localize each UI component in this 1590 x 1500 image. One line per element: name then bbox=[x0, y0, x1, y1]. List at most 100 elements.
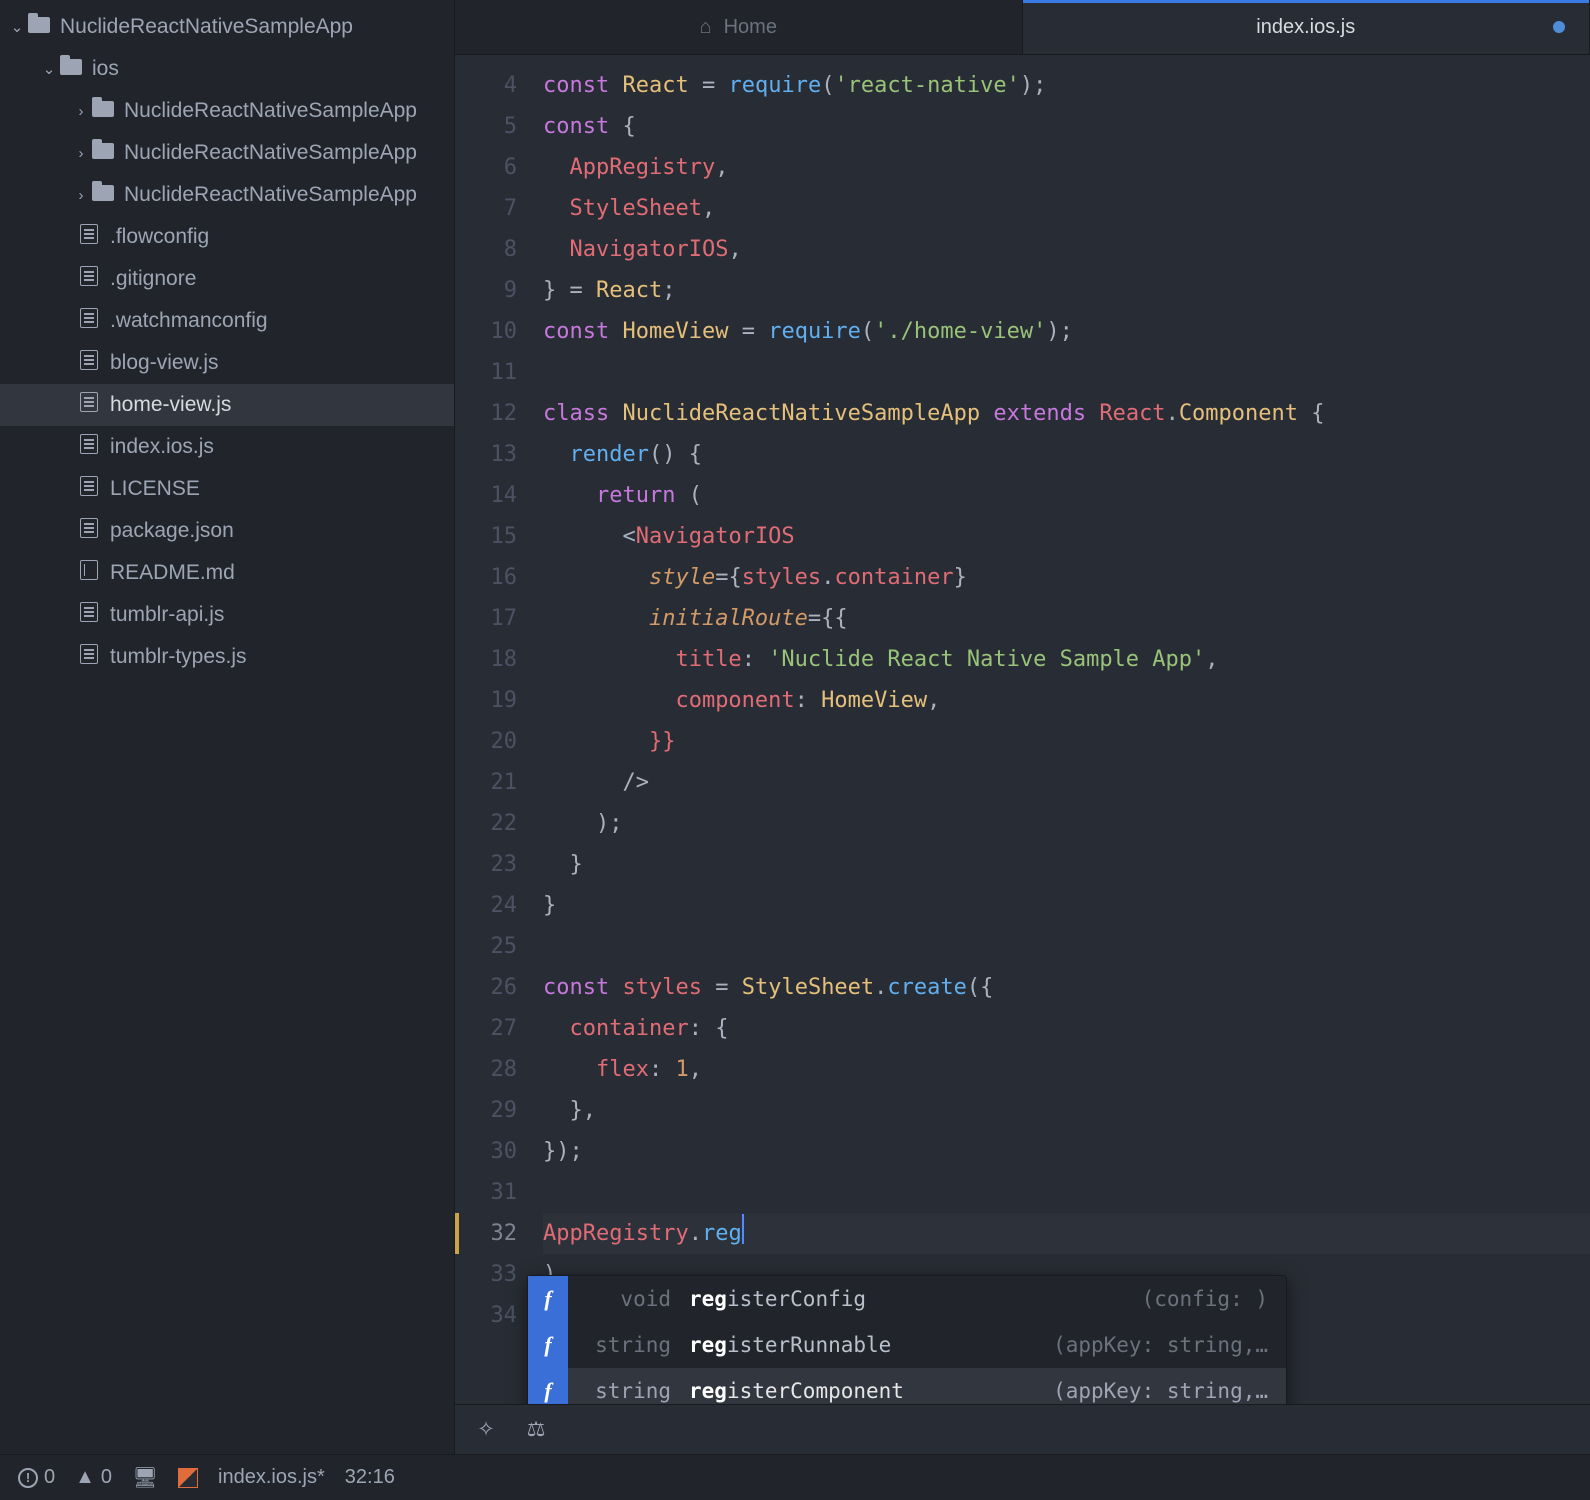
tree-file-label: .watchmanconfig bbox=[110, 309, 268, 333]
tree-file[interactable]: package.json bbox=[0, 510, 454, 552]
autocomplete-signature: (appKey: string,… bbox=[1053, 1333, 1268, 1357]
line-number: 12 bbox=[455, 393, 517, 434]
tree-file[interactable]: README.md bbox=[0, 552, 454, 594]
tab-index-ios[interactable]: index.ios.js bbox=[1023, 0, 1590, 54]
code-line[interactable]: AppRegistry, bbox=[543, 147, 1590, 188]
code-line[interactable]: NavigatorIOS, bbox=[543, 229, 1590, 270]
tab-label: Home bbox=[724, 16, 777, 39]
code-line[interactable]: } bbox=[543, 885, 1590, 926]
code-line[interactable]: }); bbox=[543, 1131, 1590, 1172]
tree-file-label: README.md bbox=[110, 561, 235, 585]
tree-file[interactable]: home-view.js bbox=[0, 384, 454, 426]
code-line[interactable]: } = React; bbox=[543, 270, 1590, 311]
line-number: 11 bbox=[455, 352, 517, 393]
code-line[interactable]: const styles = StyleSheet.create({ bbox=[543, 967, 1590, 1008]
tree-file[interactable]: blog-view.js bbox=[0, 342, 454, 384]
file-icon bbox=[76, 266, 102, 292]
tab-label: index.ios.js bbox=[1256, 16, 1355, 39]
tree-root[interactable]: ⌄ NuclideReactNativeSampleApp bbox=[0, 6, 454, 48]
folder-icon bbox=[90, 183, 116, 207]
line-number: 24 bbox=[455, 885, 517, 926]
code-content[interactable]: const React = require('react-native');co… bbox=[535, 55, 1590, 1404]
code-line[interactable]: }} bbox=[543, 721, 1590, 762]
code-line[interactable]: StyleSheet, bbox=[543, 188, 1590, 229]
home-icon: ⌂ bbox=[700, 16, 712, 39]
code-line[interactable]: initialRoute={{ bbox=[543, 598, 1590, 639]
code-line[interactable]: const { bbox=[543, 106, 1590, 147]
warning-icon: ▲ bbox=[75, 1466, 95, 1489]
autocomplete-item[interactable]: fstringregisterComponent(appKey: string,… bbox=[528, 1368, 1286, 1404]
tree-file[interactable]: .watchmanconfig bbox=[0, 300, 454, 342]
tree-file-label: index.ios.js bbox=[110, 435, 214, 459]
status-cursor-position[interactable]: 32:16 bbox=[345, 1466, 395, 1489]
tree-file-label: tumblr-api.js bbox=[110, 603, 224, 627]
tree-file[interactable]: index.ios.js bbox=[0, 426, 454, 468]
code-line[interactable]: return ( bbox=[543, 475, 1590, 516]
line-number: 13 bbox=[455, 434, 517, 475]
code-line[interactable]: <NavigatorIOS bbox=[543, 516, 1590, 557]
tree-file[interactable]: LICENSE bbox=[0, 468, 454, 510]
folder-icon bbox=[58, 57, 84, 81]
debug-icon[interactable]: ✧ bbox=[473, 1417, 499, 1443]
autocomplete-name: registerComponent bbox=[689, 1379, 904, 1403]
file-icon bbox=[76, 518, 102, 544]
tree-folder[interactable]: ›NuclideReactNativeSampleApp bbox=[0, 132, 454, 174]
terminal-icon[interactable]: 🖥 bbox=[132, 1465, 158, 1491]
code-line[interactable] bbox=[543, 926, 1590, 967]
code-line[interactable]: ); bbox=[543, 803, 1590, 844]
code-line[interactable]: const React = require('react-native'); bbox=[543, 65, 1590, 106]
line-number: 19 bbox=[455, 680, 517, 721]
code-line[interactable]: style={styles.container} bbox=[543, 557, 1590, 598]
tab-home[interactable]: ⌂ Home bbox=[455, 0, 1023, 54]
chevron-down-icon: ⌄ bbox=[40, 60, 58, 78]
code-line[interactable]: component: HomeView, bbox=[543, 680, 1590, 721]
tree-folder[interactable]: ›NuclideReactNativeSampleApp bbox=[0, 174, 454, 216]
tree-folder-ios[interactable]: ⌄ ios bbox=[0, 48, 454, 90]
code-line[interactable]: container: { bbox=[543, 1008, 1590, 1049]
line-number: 34 bbox=[455, 1295, 517, 1336]
code-line[interactable]: AppRegistry.reg bbox=[543, 1213, 1590, 1254]
code-line[interactable]: /> bbox=[543, 762, 1590, 803]
tree-file[interactable]: .gitignore bbox=[0, 258, 454, 300]
file-icon bbox=[76, 644, 102, 670]
tree-file-label: LICENSE bbox=[110, 477, 200, 501]
autocomplete-popup[interactable]: fvoidregisterConfig(config: )fstringregi… bbox=[527, 1275, 1287, 1404]
code-line[interactable]: }, bbox=[543, 1090, 1590, 1131]
line-number: 20 bbox=[455, 721, 517, 762]
file-icon bbox=[76, 350, 102, 376]
tree-file[interactable]: tumblr-api.js bbox=[0, 594, 454, 636]
chevron-right-icon: › bbox=[72, 103, 90, 120]
chevron-right-icon: › bbox=[72, 145, 90, 162]
line-number: 6 bbox=[455, 147, 517, 188]
folder-icon bbox=[26, 15, 52, 39]
autocomplete-item[interactable]: fvoidregisterConfig(config: ) bbox=[528, 1276, 1286, 1322]
autocomplete-item[interactable]: fstringregisterRunnable(appKey: string,… bbox=[528, 1322, 1286, 1368]
line-number: 25 bbox=[455, 926, 517, 967]
code-line[interactable]: title: 'Nuclide React Native Sample App'… bbox=[543, 639, 1590, 680]
function-badge-icon: f bbox=[528, 1368, 568, 1404]
code-line[interactable]: render() { bbox=[543, 434, 1590, 475]
tree-file[interactable]: tumblr-types.js bbox=[0, 636, 454, 678]
code-line[interactable] bbox=[543, 1172, 1590, 1213]
autocomplete-return-type: string bbox=[586, 1333, 671, 1357]
code-line[interactable] bbox=[543, 352, 1590, 393]
tree-folder[interactable]: › NuclideReactNativeSampleApp bbox=[0, 90, 454, 132]
code-line[interactable]: } bbox=[543, 844, 1590, 885]
balance-icon[interactable]: ⚖ bbox=[523, 1417, 549, 1443]
line-number: 17 bbox=[455, 598, 517, 639]
line-number: 9 bbox=[455, 270, 517, 311]
code-line[interactable]: const HomeView = require('./home-view'); bbox=[543, 311, 1590, 352]
color-swatch-icon[interactable] bbox=[178, 1468, 198, 1488]
code-line[interactable]: class NuclideReactNativeSampleApp extend… bbox=[543, 393, 1590, 434]
status-filename[interactable]: index.ios.js* bbox=[218, 1466, 325, 1489]
tree-file[interactable]: .flowconfig bbox=[0, 216, 454, 258]
code-editor[interactable]: 4567891011121314151617181920212223242526… bbox=[455, 55, 1590, 1404]
tree-folder-label: NuclideReactNativeSampleApp bbox=[124, 99, 417, 123]
line-number: 8 bbox=[455, 229, 517, 270]
status-bar: ! 0 ▲ 0 🖥 index.ios.js* 32:16 bbox=[0, 1454, 1590, 1500]
file-tree[interactable]: ⌄ NuclideReactNativeSampleApp ⌄ ios › Nuc… bbox=[0, 0, 455, 1454]
warning-count[interactable]: ▲ 0 bbox=[75, 1466, 112, 1489]
chevron-down-icon: ⌄ bbox=[8, 18, 26, 36]
code-line[interactable]: flex: 1, bbox=[543, 1049, 1590, 1090]
error-count[interactable]: ! 0 bbox=[18, 1466, 55, 1489]
